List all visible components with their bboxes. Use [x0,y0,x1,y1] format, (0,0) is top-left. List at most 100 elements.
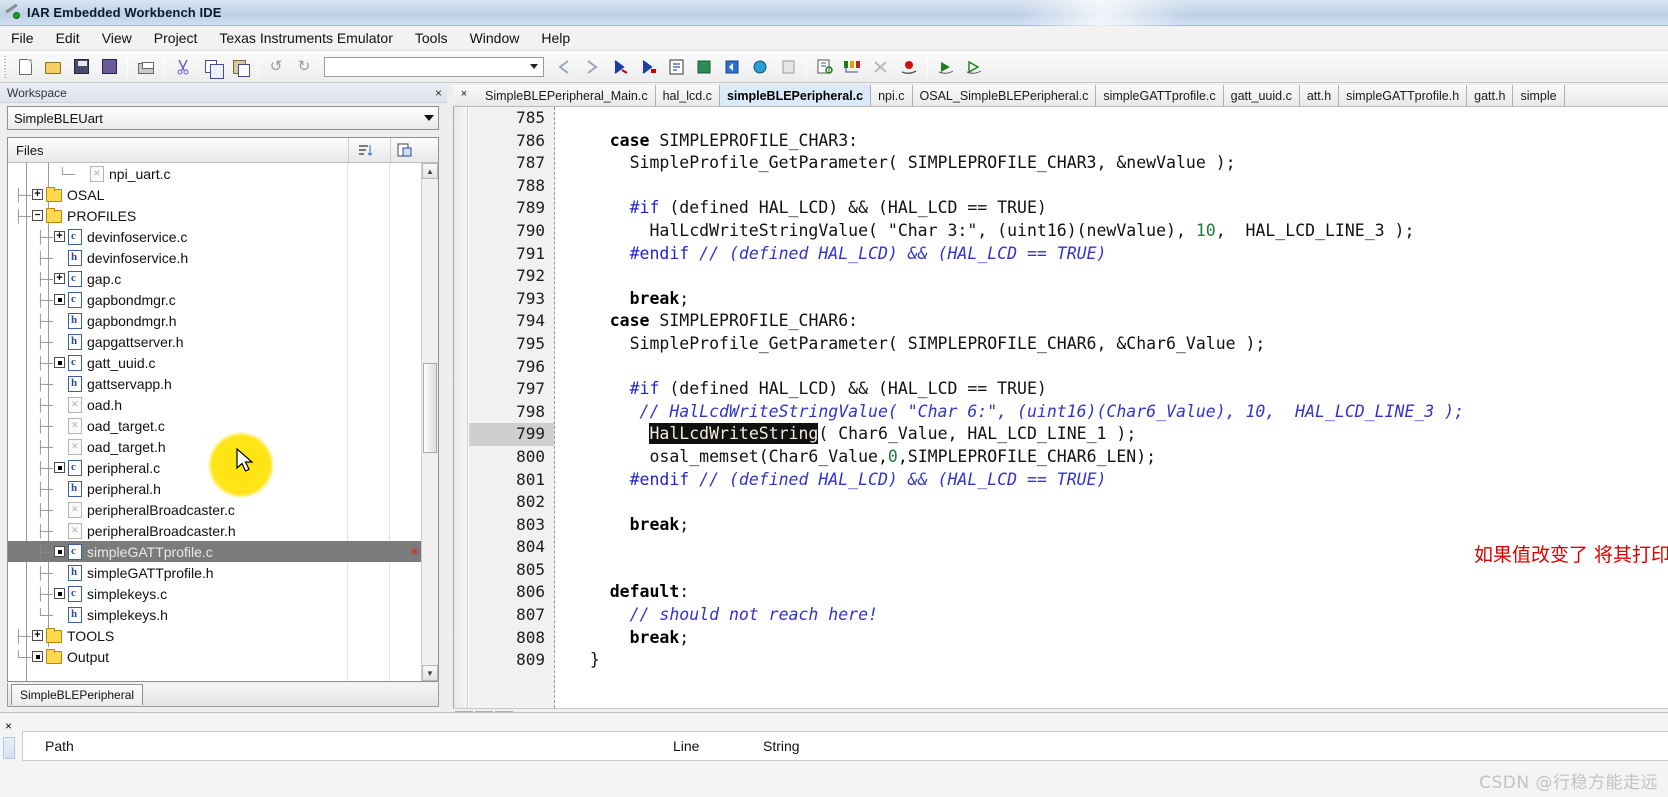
code-line[interactable] [556,356,1668,379]
step-run-icon[interactable] [961,54,987,80]
new-document-icon[interactable] [12,54,38,80]
tree-item[interactable]: ├─gattservapp.h [8,373,438,394]
code-line[interactable]: case SIMPLEPROFILE_CHAR6: [556,310,1668,333]
code-line[interactable] [556,175,1668,198]
tree-item[interactable]: ├─devinfoservice.c [8,226,438,247]
save-all-icon[interactable] [96,54,122,80]
file-properties-icon[interactable] [396,142,414,159]
find-in-files-icon[interactable] [812,54,838,80]
tree-item[interactable]: ├─peripheralBroadcaster.h [8,520,438,541]
code-line[interactable]: #endif // (defined HAL_LCD) && (HAL_LCD … [556,469,1668,492]
editor-tab-hal-lcd-c[interactable]: hal_lcd.c [656,85,720,106]
tree-expander-dot[interactable] [54,462,65,473]
toolbar-grip[interactable] [2,56,8,78]
tree-item[interactable]: └─Output [8,646,438,667]
copy-icon[interactable] [198,54,224,80]
code-line[interactable]: } [556,649,1668,672]
menu-item-window[interactable]: Window [459,27,531,49]
code-content[interactable]: case SIMPLEPROFILE_CHAR3: SimpleProfile_… [556,107,1668,708]
code-editor[interactable]: 7857867877887897907917927937947957967977… [453,107,1668,708]
breakpoints-icon[interactable] [840,54,866,80]
sort-files-icon[interactable] [356,142,374,159]
workspace-config-dropdown[interactable]: SimpleBLEUart [7,106,439,130]
editor-tab-simplebleperipheral-main-c[interactable]: SimpleBLEPeripheral_Main.c [478,85,656,106]
code-line[interactable]: HalLcdWriteString( Char6_Value, HAL_LCD_… [556,423,1668,446]
tree-expander-plus[interactable] [32,189,43,200]
toggle-bookmark-icon[interactable] [635,54,661,80]
tree-expander-plus[interactable] [54,273,65,284]
tree-item[interactable]: ├─OSAL [8,184,438,205]
tree-item[interactable]: └─npi_uart.c [8,163,438,184]
navigate-forward-icon[interactable] [579,54,605,80]
tree-expander-dot[interactable] [32,651,43,662]
menu-item-project[interactable]: Project [143,27,209,49]
code-line[interactable]: HalLcdWriteStringValue( "Char 3:", (uint… [556,220,1668,243]
tree-item[interactable]: ├─gapbondmgr.h [8,310,438,331]
tree-expander-dot[interactable] [54,357,65,368]
menu-item-texas-instruments-emulator[interactable]: Texas Instruments Emulator [208,27,404,49]
code-line[interactable]: // HalLcdWriteStringValue( "Char 6:", (u… [556,401,1668,424]
menu-item-file[interactable]: File [0,27,45,49]
tree-vertical-scrollbar[interactable]: ▲ ▼ [421,163,438,681]
tree-expander-plus[interactable] [54,231,65,242]
code-line[interactable]: break; [556,514,1668,537]
code-line[interactable]: break; [556,627,1668,650]
stop-build-icon[interactable] [747,54,773,80]
code-line[interactable]: osal_memset(Char6_Value,0,SIMPLEPROFILE_… [556,446,1668,469]
editor-tab-att-h[interactable]: att.h [1300,85,1339,106]
tree-item[interactable]: ├─peripheral.h [8,478,438,499]
tree-item[interactable]: ├─peripheral.c [8,457,438,478]
tree-expander-dot[interactable] [54,294,65,305]
code-line[interactable]: default: [556,581,1668,604]
toggle-breakpoint-icon[interactable] [868,54,894,80]
code-line[interactable] [556,107,1668,130]
code-line[interactable]: #if (defined HAL_LCD) && (HAL_LCD == TRU… [556,378,1668,401]
navigate-back-icon[interactable] [551,54,577,80]
code-line[interactable]: case SIMPLEPROFILE_CHAR3: [556,130,1668,153]
save-icon[interactable] [68,54,94,80]
paste-icon[interactable] [226,54,252,80]
menu-item-edit[interactable]: Edit [45,27,91,49]
close-icon[interactable]: × [5,719,12,733]
tree-item[interactable]: ├─oad.h [8,394,438,415]
close-icon[interactable]: × [435,85,442,101]
menu-item-help[interactable]: Help [530,27,581,49]
run-icon[interactable] [933,54,959,80]
tree-item[interactable]: ├─gatt_uuid.c [8,352,438,373]
menu-item-view[interactable]: View [91,27,143,49]
editor-tab-gatt-uuid-c[interactable]: gatt_uuid.c [1224,85,1300,106]
tree-item[interactable]: ├─oad_target.h [8,436,438,457]
scrollbar-thumb[interactable] [423,363,437,453]
build-all-icon[interactable] [719,54,745,80]
tree-item-selected[interactable]: ├─simpleGATTprofile.c✶ [8,541,438,562]
editor-tab-gatt-h[interactable]: gatt.h [1467,85,1513,106]
tree-item[interactable]: ├─simpleGATTprofile.h [8,562,438,583]
tree-item[interactable]: ├─peripheralBroadcaster.c [8,499,438,520]
cut-icon[interactable] [170,54,196,80]
editor-tab-simplegattprofile-c[interactable]: simpleGATTprofile.c [1096,85,1223,106]
tree-item[interactable]: ├─TOOLS [8,625,438,646]
tree-expander-dot[interactable] [54,546,65,557]
tree-expander-dot[interactable] [54,588,65,599]
quick-search-combo[interactable] [324,57,544,77]
chevron-down-icon[interactable] [530,64,538,69]
editor-tab-simplebleperipheral-c[interactable]: simpleBLEPeripheral.c [720,85,871,106]
editor-tab-osal-simplebleperipheral-c[interactable]: OSAL_SimpleBLEPeripheral.c [913,85,1097,106]
tree-item[interactable]: ├─PROFILES [8,205,438,226]
tree-item[interactable]: ├─devinfoservice.h [8,247,438,268]
editor-tab-npi-c[interactable]: npi.c [871,85,912,106]
download-and-debug-icon[interactable] [896,54,922,80]
message-pane-handle[interactable] [3,737,15,759]
code-line[interactable]: break; [556,288,1668,311]
code-line[interactable]: #if (defined HAL_LCD) && (HAL_LCD == TRU… [556,197,1668,220]
workspace-tab-simplebleperipheral[interactable]: SimpleBLEPeripheral [11,684,143,705]
debug-without-download-icon[interactable] [775,54,801,80]
code-line[interactable] [556,491,1668,514]
tree-item[interactable]: ├─gapgattserver.h [8,331,438,352]
print-icon[interactable] [133,54,159,80]
make-icon[interactable] [691,54,717,80]
tree-item[interactable]: ├─oad_target.c [8,415,438,436]
compile-icon[interactable] [663,54,689,80]
tree-item[interactable]: ├─simplekeys.c [8,583,438,604]
open-folder-icon[interactable] [40,54,66,80]
